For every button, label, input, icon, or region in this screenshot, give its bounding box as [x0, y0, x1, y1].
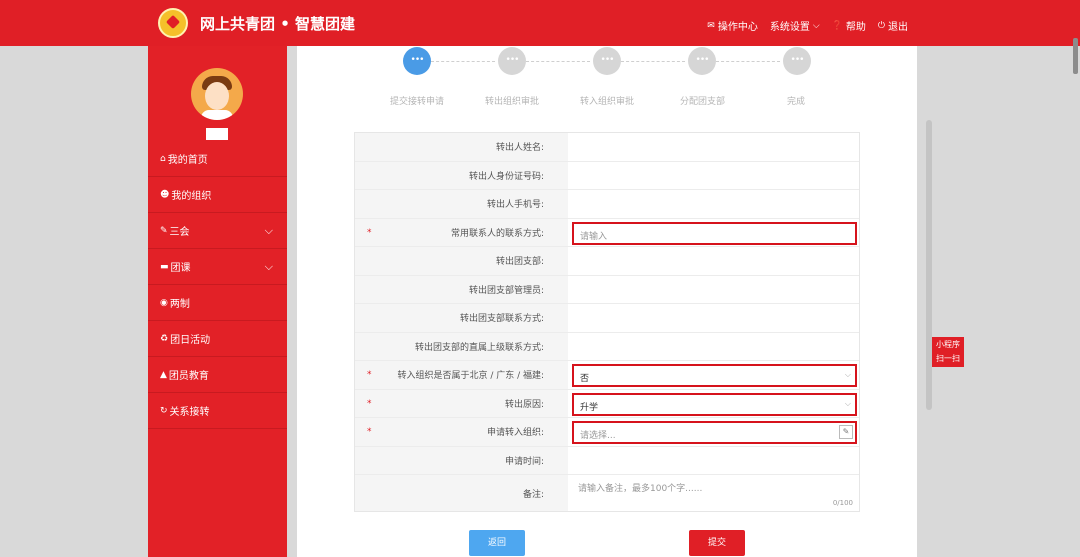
- step-3-label: 转入组织审批: [580, 97, 635, 107]
- reason-select[interactable]: 升学 ⌵: [572, 392, 857, 416]
- logout-link[interactable]: ⏻ 退出: [877, 18, 908, 34]
- top-header: 网上共青团 • 智慧团建 ✉ 操作中心 系统设置 ⌵ ❓ 帮助 ⏻ 退出: [0, 0, 1080, 46]
- folder-icon: ▬: [160, 261, 169, 272]
- out-admin-value: [568, 276, 859, 304]
- out-name-value: [568, 133, 859, 161]
- out-superior-contact-label: 转出团支部的直属上级联系方式:: [355, 332, 568, 360]
- in-org-picker[interactable]: 请选择... ✎: [572, 421, 857, 444]
- sidebar-item-activities[interactable]: ♻ 团日活动: [148, 321, 287, 357]
- system-settings-menu[interactable]: 系统设置 ⌵: [770, 18, 820, 34]
- help-link[interactable]: ❓ 帮助: [831, 18, 866, 34]
- out-branch-contact-label: 转出团支部联系方式:: [355, 304, 568, 332]
- reason-label: 转出原因:: [504, 399, 544, 410]
- form-row: 转出人姓名:: [355, 133, 859, 162]
- required-mark: *: [367, 398, 372, 409]
- out-id-label: 转出人身份证号码:: [355, 161, 568, 189]
- chevron-down-icon: ⌵: [264, 224, 273, 237]
- main-panel: ••• ••• ••• ••• ••• 提交接转申请 转出组织审批 转入组织审批…: [297, 46, 917, 557]
- avatar[interactable]: [191, 68, 243, 120]
- group-icon: ☻: [160, 189, 170, 200]
- sidebar-item-two-systems[interactable]: ◉ 两制: [148, 285, 287, 321]
- form-row: 申请时间:: [355, 446, 859, 475]
- step-4-label: 分配团支部: [680, 97, 726, 107]
- refresh-icon: ↻: [160, 405, 168, 416]
- form-row: * 转入组织是否属于北京 / 广东 / 福建: 否 ⌵: [355, 361, 859, 390]
- league-logo-icon: [158, 8, 188, 38]
- edit-icon[interactable]: ✎: [839, 425, 853, 439]
- step-1-label: 提交接转申请: [390, 97, 445, 107]
- step-2-label: 转出组织审批: [485, 97, 540, 107]
- apply-time-value: [568, 447, 859, 475]
- out-id-value: [568, 162, 859, 190]
- form-row: 转出人手机号:: [355, 190, 859, 219]
- form-row: 备注: 请输入备注，最多100个字...... 0/100: [355, 475, 859, 511]
- step-5-label: 完成: [787, 97, 806, 107]
- step-4-circle: •••: [688, 47, 716, 75]
- remark-counter: 0/100: [832, 499, 853, 507]
- step-1-circle: •••: [403, 47, 431, 75]
- contact-label: 常用联系人的联系方式:: [450, 228, 544, 239]
- chevron-down-icon: ⌵: [844, 370, 851, 379]
- sidebar-item-education[interactable]: ▲ 团员教育: [148, 357, 287, 393]
- out-superior-contact-value: [568, 333, 859, 361]
- out-branch-contact-value: [568, 304, 859, 332]
- form-row: * 申请转入组织: 请选择... ✎: [355, 418, 859, 447]
- chevron-down-icon: ⌵: [844, 398, 851, 408]
- edit-icon: ✎: [160, 225, 168, 236]
- step-5-circle: •••: [783, 47, 811, 75]
- page-scrollbar[interactable]: [1073, 38, 1078, 74]
- out-phone-value: [568, 190, 859, 218]
- out-branch-label: 转出团支部:: [355, 247, 568, 275]
- out-phone-label: 转出人手机号:: [355, 190, 568, 218]
- form-row: 转出团支部管理员:: [355, 275, 859, 304]
- out-admin-label: 转出团支部管理员:: [355, 275, 568, 303]
- mini-program-qr-button[interactable]: 小程序 扫一扫: [932, 337, 964, 367]
- envelope-icon: ✉: [707, 20, 715, 31]
- ops-center-link[interactable]: ✉ 操作中心: [707, 18, 758, 34]
- step-3-circle: •••: [593, 47, 621, 75]
- progress-steps: ••• ••• ••• ••• ••• 提交接转申请 转出组织审批 转入组织审批…: [297, 46, 917, 116]
- sidebar-item-transfer[interactable]: ↻ 关系接转: [148, 393, 287, 429]
- in-org-label: 申请转入组织:: [486, 428, 544, 439]
- back-button[interactable]: 返回: [469, 530, 525, 556]
- top-nav: ✉ 操作中心 系统设置 ⌵ ❓ 帮助 ⏻ 退出: [707, 18, 908, 34]
- form-row: 转出团支部的直属上级联系方式:: [355, 332, 859, 361]
- remark-textarea[interactable]: 请输入备注，最多100个字...... 0/100: [568, 475, 859, 511]
- sidebar-item-league-class[interactable]: ▬ 团课 ⌵: [148, 249, 287, 285]
- in-region-select[interactable]: 否 ⌵: [572, 364, 857, 387]
- step-2-circle: •••: [498, 47, 526, 75]
- form-row: * 转出原因: 升学 ⌵: [355, 389, 859, 418]
- power-icon: ⏻: [877, 20, 885, 31]
- recycle-icon: ♻: [160, 333, 169, 344]
- out-name-label: 转出人姓名:: [355, 133, 568, 161]
- graduation-icon: ▲: [160, 369, 167, 380]
- transfer-form: 转出人姓名: 转出人身份证号码: 转出人手机号: * 常用联系人的联系方式: 请输…: [354, 132, 860, 512]
- submit-button[interactable]: 提交: [689, 530, 745, 556]
- sidebar-item-home[interactable]: ⌂ 我的首页: [148, 141, 287, 177]
- form-row: 转出团支部联系方式:: [355, 304, 859, 333]
- remark-placeholder: 请输入备注，最多100个字......: [578, 484, 703, 494]
- user-name-box: [206, 128, 228, 140]
- contact-input[interactable]: 请输入: [572, 221, 857, 245]
- sidebar: ⌂ 我的首页 ☻ 我的组织 ✎ 三会 ⌵ ▬ 团课 ⌵ ◉ 两制 ♻ 团日活动 ▲ 团员教育 ↻ 关…: [148, 46, 287, 557]
- form-row: 转出人身份证号码:: [355, 161, 859, 190]
- required-mark: *: [367, 370, 372, 380]
- help-icon: ❓: [831, 20, 843, 31]
- sidebar-item-meetings[interactable]: ✎ 三会 ⌵: [148, 213, 287, 249]
- required-mark: *: [367, 227, 372, 238]
- apply-time-label: 申请时间:: [355, 446, 568, 474]
- sidebar-item-my-org[interactable]: ☻ 我的组织: [148, 177, 287, 213]
- remark-label: 备注:: [355, 475, 568, 511]
- chevron-down-icon: ⌵: [264, 260, 273, 273]
- chevron-down-icon: ⌵: [812, 20, 820, 31]
- home-icon: ⌂: [160, 153, 166, 164]
- target-icon: ◉: [160, 297, 168, 308]
- form-row: 转出团支部:: [355, 247, 859, 276]
- in-region-label: 转入组织是否属于北京 / 广东 / 福建:: [397, 371, 544, 382]
- out-branch-value: [568, 247, 859, 275]
- form-row: * 常用联系人的联系方式: 请输入: [355, 218, 859, 247]
- required-mark: *: [367, 427, 372, 437]
- sidebar-menu: ⌂ 我的首页 ☻ 我的组织 ✎ 三会 ⌵ ▬ 团课 ⌵ ◉ 两制 ♻ 团日活动 ▲ 团员教育 ↻ 关…: [148, 141, 287, 429]
- brand-title: 网上共青团 • 智慧团建: [200, 15, 356, 33]
